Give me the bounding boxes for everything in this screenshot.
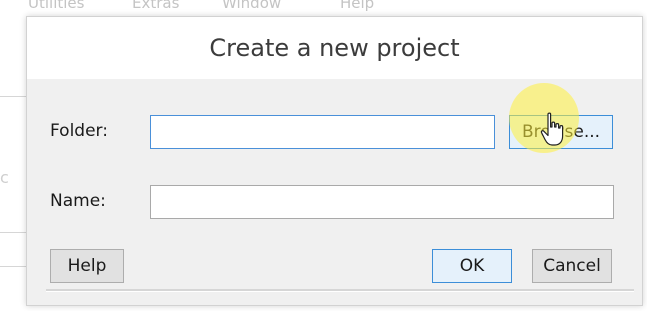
- background-divider: [0, 266, 26, 267]
- name-label: Name:: [50, 191, 106, 211]
- menu-window[interactable]: Window: [222, 0, 281, 12]
- menu-help[interactable]: Help: [340, 0, 374, 12]
- menu-utilities[interactable]: Utilities: [28, 0, 84, 12]
- create-project-dialog: Create a new project Folder: Browse... N…: [26, 16, 643, 306]
- browse-button[interactable]: Browse...: [509, 115, 613, 149]
- folder-label: Folder:: [50, 121, 108, 141]
- cancel-button[interactable]: Cancel: [532, 249, 612, 283]
- ok-button[interactable]: OK: [432, 249, 512, 283]
- background-divider: [0, 96, 26, 97]
- footer-separator: [46, 289, 634, 292]
- background-partial-text: c: [0, 168, 9, 187]
- name-input[interactable]: [150, 185, 614, 219]
- dialog-title: Create a new project: [27, 17, 642, 79]
- help-button[interactable]: Help: [50, 249, 124, 283]
- folder-input[interactable]: [150, 115, 495, 149]
- menu-extras[interactable]: Extras: [132, 0, 179, 12]
- background-divider: [0, 232, 26, 233]
- dialog-body: Folder: Browse... Name: Help OK Cancel: [37, 79, 634, 293]
